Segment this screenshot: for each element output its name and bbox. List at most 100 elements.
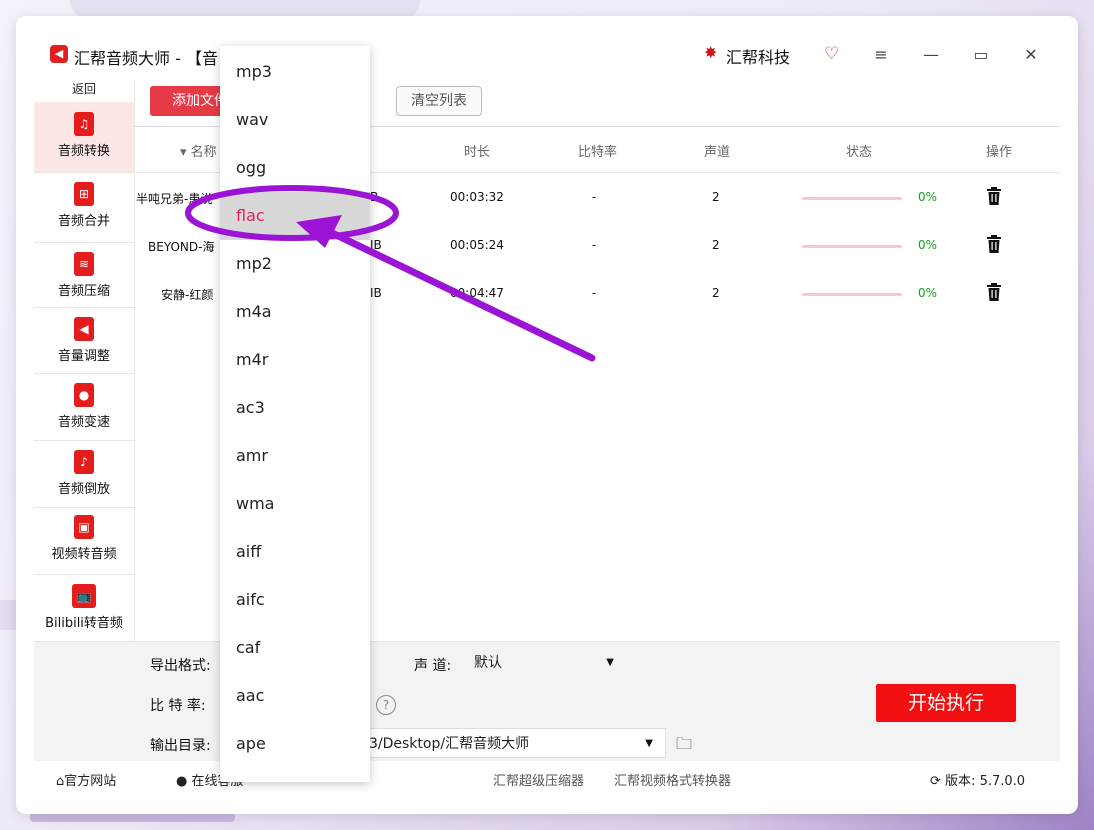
- format-option[interactable]: mp2: [220, 240, 370, 288]
- back-button[interactable]: 返回: [34, 80, 134, 102]
- dropdown-arrow-icon: ▼: [606, 657, 614, 668]
- audio-reverse-icon: ♪: [74, 450, 94, 474]
- speaker-icon: ◀: [50, 45, 68, 63]
- trash-icon[interactable]: [986, 187, 1002, 205]
- format-option[interactable]: ape: [220, 720, 370, 768]
- sidebar-item-label: 音频合并: [57, 214, 110, 229]
- version-info: ⟳ 版本: 5.7.0.0: [930, 770, 1025, 789]
- brand-label: 汇帮科技: [726, 48, 791, 67]
- format-option[interactable]: wav: [220, 96, 370, 144]
- official-site-link[interactable]: ⌂官方网站: [56, 770, 116, 789]
- sidebar-item-video-to-audio[interactable]: ▣ 视频转音频: [34, 507, 134, 575]
- column-header-name[interactable]: ▾ 名称: [180, 141, 217, 160]
- file-size: B: [370, 190, 379, 204]
- output-dir-value: 3/Desktop/汇帮音频大师: [369, 736, 530, 752]
- minimize-icon[interactable]: —: [920, 44, 942, 66]
- trash-icon[interactable]: [986, 283, 1002, 301]
- output-dir-label: 输出目录:: [150, 738, 211, 754]
- bilibili-icon: 📺: [72, 584, 96, 608]
- column-header-channels: 声道: [704, 145, 731, 160]
- bitrate-label: 比 特 率:: [150, 698, 206, 714]
- file-name: 安静-红颜: [161, 288, 214, 302]
- format-option[interactable]: ac3: [220, 384, 370, 432]
- format-option[interactable]: m4a: [220, 288, 370, 336]
- file-channels: 2: [712, 190, 720, 204]
- file-bitrate: -: [592, 238, 597, 252]
- refresh-icon: ⟳: [930, 774, 941, 789]
- menu-icon[interactable]: ≡: [870, 44, 892, 66]
- sidebar-item-label: 音频变速: [57, 415, 110, 430]
- version-label: 版本:: [945, 774, 976, 789]
- trash-icon[interactable]: [986, 235, 1002, 253]
- official-site-label: 官方网站: [64, 774, 117, 789]
- folder-icon[interactable]: 🗀: [676, 733, 692, 760]
- window-title: 汇帮音频大师 - 【音: [74, 49, 218, 68]
- format-option[interactable]: mp3: [220, 48, 370, 96]
- start-button[interactable]: 开始执行: [876, 684, 1016, 722]
- sidebar-item-bilibili[interactable]: 📺 Bilibili转音频: [34, 574, 134, 644]
- export-format-label: 导出格式:: [150, 658, 211, 674]
- sidebar-item-label: 音频转换: [57, 144, 110, 159]
- sort-down-icon: ▾: [180, 145, 187, 160]
- settings-panel: 导出格式: 声 道: 默认 ▼ 比 特 率: ? 输出目录: 3/Desktop…: [34, 641, 1060, 762]
- file-name: 半吨兄弟-患说: [136, 192, 213, 206]
- sidebar-item-volume-adjust[interactable]: ◀ 音量调整: [34, 307, 134, 374]
- progress-bar: [802, 197, 902, 200]
- close-icon[interactable]: ✕: [1020, 44, 1042, 66]
- sidebar-item-audio-speed[interactable]: ● 音频变速: [34, 373, 134, 441]
- sidebar-item-audio-convert[interactable]: ♫ 音频转换: [34, 102, 134, 173]
- file-channels: 2: [712, 238, 720, 252]
- sidebar-item-label: Bilibili转音频: [45, 616, 123, 631]
- audio-speed-icon: ●: [74, 383, 94, 407]
- column-header-status: 状态: [846, 145, 873, 160]
- format-option[interactable]: caf: [220, 624, 370, 672]
- progress-bar: [802, 245, 902, 248]
- heart-icon: ♡: [824, 44, 840, 64]
- file-bitrate: -: [592, 190, 597, 204]
- dropdown-arrow-icon: ▼: [645, 738, 653, 749]
- sidebar-item-audio-compress[interactable]: ≋ 音频压缩: [34, 242, 134, 308]
- volume-adjust-icon: ◀: [74, 317, 94, 341]
- channel-label: 声 道:: [414, 658, 452, 674]
- sidebar-item-label: 音量调整: [57, 349, 110, 364]
- format-option[interactable]: m4r: [220, 336, 370, 384]
- column-header-label: 名称: [190, 145, 217, 160]
- maximize-icon[interactable]: ▭: [970, 44, 992, 66]
- user-icon: ●: [176, 774, 188, 789]
- app-window: ◀ 汇帮音频大师 - 【音 ✸ 汇帮科技 ♡ ≡ — ▭ ✕ 返回 ♫ 音频转换…: [16, 16, 1078, 814]
- format-option[interactable]: ogg: [220, 144, 370, 192]
- sidebar-item-audio-merge[interactable]: ⊞ 音频合并: [34, 172, 134, 243]
- footer: ⌂官方网站 ● 在线客服 汇帮超级压缩器 汇帮视频格式转换器 ⟳ 版本: 5.7…: [16, 761, 1078, 795]
- channel-value: 默认: [474, 655, 502, 671]
- output-dir-select[interactable]: 3/Desktop/汇帮音频大师 ▼: [364, 728, 666, 758]
- audio-convert-icon: ♫: [74, 112, 94, 136]
- format-option[interactable]: aifc: [220, 576, 370, 624]
- format-option-selected[interactable]: flac: [220, 192, 370, 240]
- format-option[interactable]: aac: [220, 672, 370, 720]
- column-header-duration: 时长: [464, 145, 491, 160]
- clear-list-button[interactable]: 清空列表: [396, 86, 482, 116]
- channel-select[interactable]: 默认 ▼: [462, 648, 626, 678]
- compressor-link[interactable]: 汇帮超级压缩器: [493, 770, 584, 789]
- progress-percent: 0%: [918, 286, 938, 300]
- help-icon[interactable]: ?: [376, 695, 396, 715]
- video-converter-link[interactable]: 汇帮视频格式转换器: [614, 770, 731, 789]
- format-option[interactable]: aiff: [220, 528, 370, 576]
- file-channels: 2: [712, 286, 720, 300]
- progress-percent: 0%: [918, 190, 938, 204]
- brand-logo-icon: ✸: [704, 43, 718, 62]
- file-duration: 00:05:24: [450, 238, 504, 252]
- file-duration: 00:03:32: [450, 190, 504, 204]
- progress-percent: 0%: [918, 238, 938, 252]
- sidebar-item-label: 视频转音频: [51, 547, 117, 562]
- sidebar-item-audio-reverse[interactable]: ♪ 音频倒放: [34, 440, 134, 508]
- video-to-audio-icon: ▣: [74, 515, 94, 539]
- format-option[interactable]: wma: [220, 480, 370, 528]
- sidebar-item-label: 音频倒放: [57, 482, 110, 497]
- file-size: IB: [370, 286, 382, 300]
- progress-bar: [802, 293, 902, 296]
- brand-name: ✸ 汇帮科技: [704, 44, 791, 68]
- file-bitrate: -: [592, 286, 597, 300]
- format-option[interactable]: amr: [220, 432, 370, 480]
- column-header-bitrate: 比特率: [578, 145, 618, 160]
